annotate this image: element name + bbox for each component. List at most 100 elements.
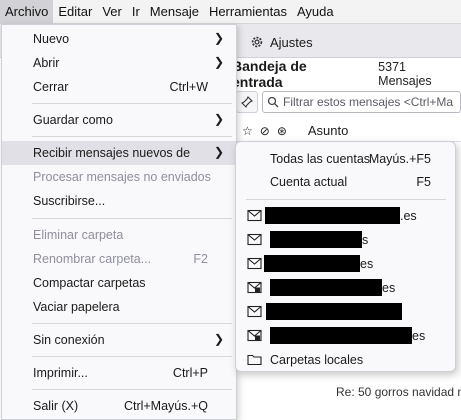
shortcut-imprimir: Ctrl+P (172, 366, 208, 380)
menubar-ver[interactable]: Ver (97, 0, 127, 24)
menu-item-vaciar[interactable]: Vaciar papelera (2, 295, 236, 319)
shortcut-todas: Mayús.+F5 (368, 152, 431, 166)
submenu-item-todas-cuentas[interactable]: Todas las cuentas Mayús.+F5 (236, 147, 455, 171)
menu-item-sin-conexion[interactable]: Sin conexión ❯ (2, 328, 236, 352)
redacted-account-name (270, 231, 362, 248)
submenu-item-todas-label: Todas las cuentas (270, 152, 371, 166)
shortcut-renombrar: F2 (193, 252, 208, 266)
search-icon (267, 96, 279, 108)
redacted-account-name (270, 327, 412, 344)
submenu-account-2[interactable]: s (236, 228, 455, 252)
message-row-partial[interactable]: Re: 50 gorros navidad na (236, 385, 461, 405)
account-4-tail: es (382, 281, 396, 295)
submenu-item-carpetas-locales[interactable]: Carpetas locales (236, 348, 455, 372)
menubar-archivo[interactable]: Archivo (0, 0, 54, 24)
tab-settings[interactable]: Ajustes (250, 28, 313, 56)
menu-item-suscribirse[interactable]: Suscribirse... (2, 189, 236, 213)
menu-item-salir[interactable]: Salir (X) Ctrl+Mayús.+Q (2, 394, 236, 418)
menu-item-salir-label: Salir (X) (33, 399, 79, 413)
menu-item-compactar[interactable]: Compactar carpetas (2, 271, 236, 295)
tab-settings-label: Ajustes (270, 34, 313, 50)
message-count: 5371 Mensajes (378, 60, 432, 88)
submenu-item-actual-label: Cuenta actual (270, 175, 348, 189)
menubar-herramientas[interactable]: Herramientas (204, 0, 292, 24)
menu-separator (32, 218, 232, 219)
menu-item-cerrar-label: Cerrar (33, 80, 69, 94)
attachment-column-icon[interactable]: ⊘ (260, 124, 270, 138)
menubar: Archivo Editar Ver Ir Mensaje Herramient… (0, 0, 461, 24)
account-6-tail: es (412, 329, 426, 343)
chevron-right-icon: ❯ (213, 332, 224, 346)
menu-separator (32, 323, 232, 324)
menu-item-recibir[interactable]: Recibir mensajes nuevos de ❯ (2, 141, 236, 165)
envelope-lock-icon (247, 281, 262, 294)
menu-separator (32, 136, 232, 137)
envelope-lock-icon (247, 329, 262, 342)
menu-separator (32, 356, 232, 357)
menu-item-nuevo[interactable]: Nuevo ❯ (2, 27, 236, 51)
envelope-icon (247, 233, 262, 246)
menu-item-imprimir[interactable]: Imprimir... Ctrl+P (2, 361, 236, 385)
submenu-item-carpetas-locales-label: Carpetas locales (270, 353, 364, 367)
menu-item-renombrar-label: Renombrar carpeta... (33, 252, 152, 266)
folder-title: Bandeja de entrada (232, 58, 307, 90)
subject-column-header[interactable]: Asunto (308, 123, 348, 138)
menu-item-sin-conexion-label: Sin conexión (33, 333, 105, 347)
thread-column-icon[interactable]: ⊛ (277, 124, 287, 138)
menu-item-compactar-label: Compactar carpetas (33, 276, 146, 290)
chevron-right-icon: ❯ (213, 31, 224, 45)
submenu-account-4[interactable]: es (236, 276, 455, 300)
message-list-header: ☆ ⊘ ⊛ Asunto (236, 120, 461, 142)
menu-item-renombrar[interactable]: Renombrar carpeta... F2 (2, 247, 236, 271)
menubar-ayuda[interactable]: Ayuda (292, 0, 339, 24)
submenu-separator (246, 199, 446, 200)
star-column-icon[interactable]: ☆ (242, 124, 253, 138)
menu-separator (32, 103, 232, 104)
menu-item-eliminar-label: Eliminar carpeta (33, 228, 124, 242)
menu-item-guardar-como-label: Guardar como (33, 113, 113, 127)
menu-item-procesar-label: Procesar mensajes no enviados (33, 170, 211, 184)
shortcut-actual: F5 (416, 175, 431, 189)
menu-item-imprimir-label: Imprimir... (33, 366, 88, 380)
menu-item-abrir[interactable]: Abrir ❯ (2, 51, 236, 75)
filter-input[interactable]: Filtrar estos mensajes <Ctrl+Ma (262, 91, 461, 113)
account-1-tail: .es (400, 209, 417, 223)
folder-icon (247, 354, 262, 366)
menu-separator (32, 389, 232, 390)
submenu-account-5[interactable] (236, 300, 455, 324)
archivo-menu: Nuevo ❯ Abrir ❯ Cerrar Ctrl+W Guardar como ❯… (1, 24, 237, 420)
account-3-tail: es (360, 257, 374, 271)
envelope-icon (247, 257, 262, 270)
chevron-right-icon: ❯ (213, 112, 224, 126)
submenu-account-3[interactable]: es (236, 252, 455, 276)
menu-item-cerrar[interactable]: Cerrar Ctrl+W (2, 75, 236, 99)
pin-icon (241, 96, 253, 108)
menu-item-nuevo-label: Nuevo (33, 32, 70, 46)
quick-filter-bar: Filtrar estos mensajes <Ctrl+Ma (236, 90, 461, 114)
redacted-account-name (270, 279, 382, 296)
menubar-editar[interactable]: Editar (53, 0, 97, 24)
menu-item-vaciar-label: Vaciar papelera (33, 300, 120, 314)
redacted-account-name (265, 207, 400, 224)
account-2-tail: s (362, 233, 369, 247)
submenu-account-1[interactable]: .es (236, 204, 455, 228)
chevron-right-icon: ❯ (213, 145, 224, 159)
shortcut-cerrar: Ctrl+W (169, 80, 208, 94)
chevron-right-icon: ❯ (213, 55, 224, 69)
redacted-account-name (264, 255, 360, 272)
gear-icon (251, 36, 263, 48)
menu-item-recibir-label: Recibir mensajes nuevos de (33, 146, 191, 160)
menu-item-guardar-como[interactable]: Guardar como ❯ (2, 108, 236, 132)
recibir-submenu: Todas las cuentas Mayús.+F5 Cuenta actual… (235, 141, 456, 372)
menu-item-procesar[interactable]: Procesar mensajes no enviados (2, 165, 236, 189)
menubar-ir[interactable]: Ir (127, 0, 145, 24)
submenu-account-6[interactable]: es (236, 324, 455, 348)
envelope-icon (247, 305, 262, 318)
menu-item-suscribirse-label: Suscribirse... (33, 194, 106, 208)
pin-filter-button[interactable] (236, 91, 258, 113)
submenu-item-cuenta-actual[interactable]: Cuenta actual F5 (236, 170, 455, 194)
menu-item-eliminar[interactable]: Eliminar carpeta (2, 223, 236, 247)
menubar-mensaje[interactable]: Mensaje (145, 0, 204, 24)
shortcut-salir: Ctrl+Mayús.+Q (123, 399, 208, 413)
filter-placeholder: Filtrar estos mensajes <Ctrl+Ma (283, 95, 454, 109)
